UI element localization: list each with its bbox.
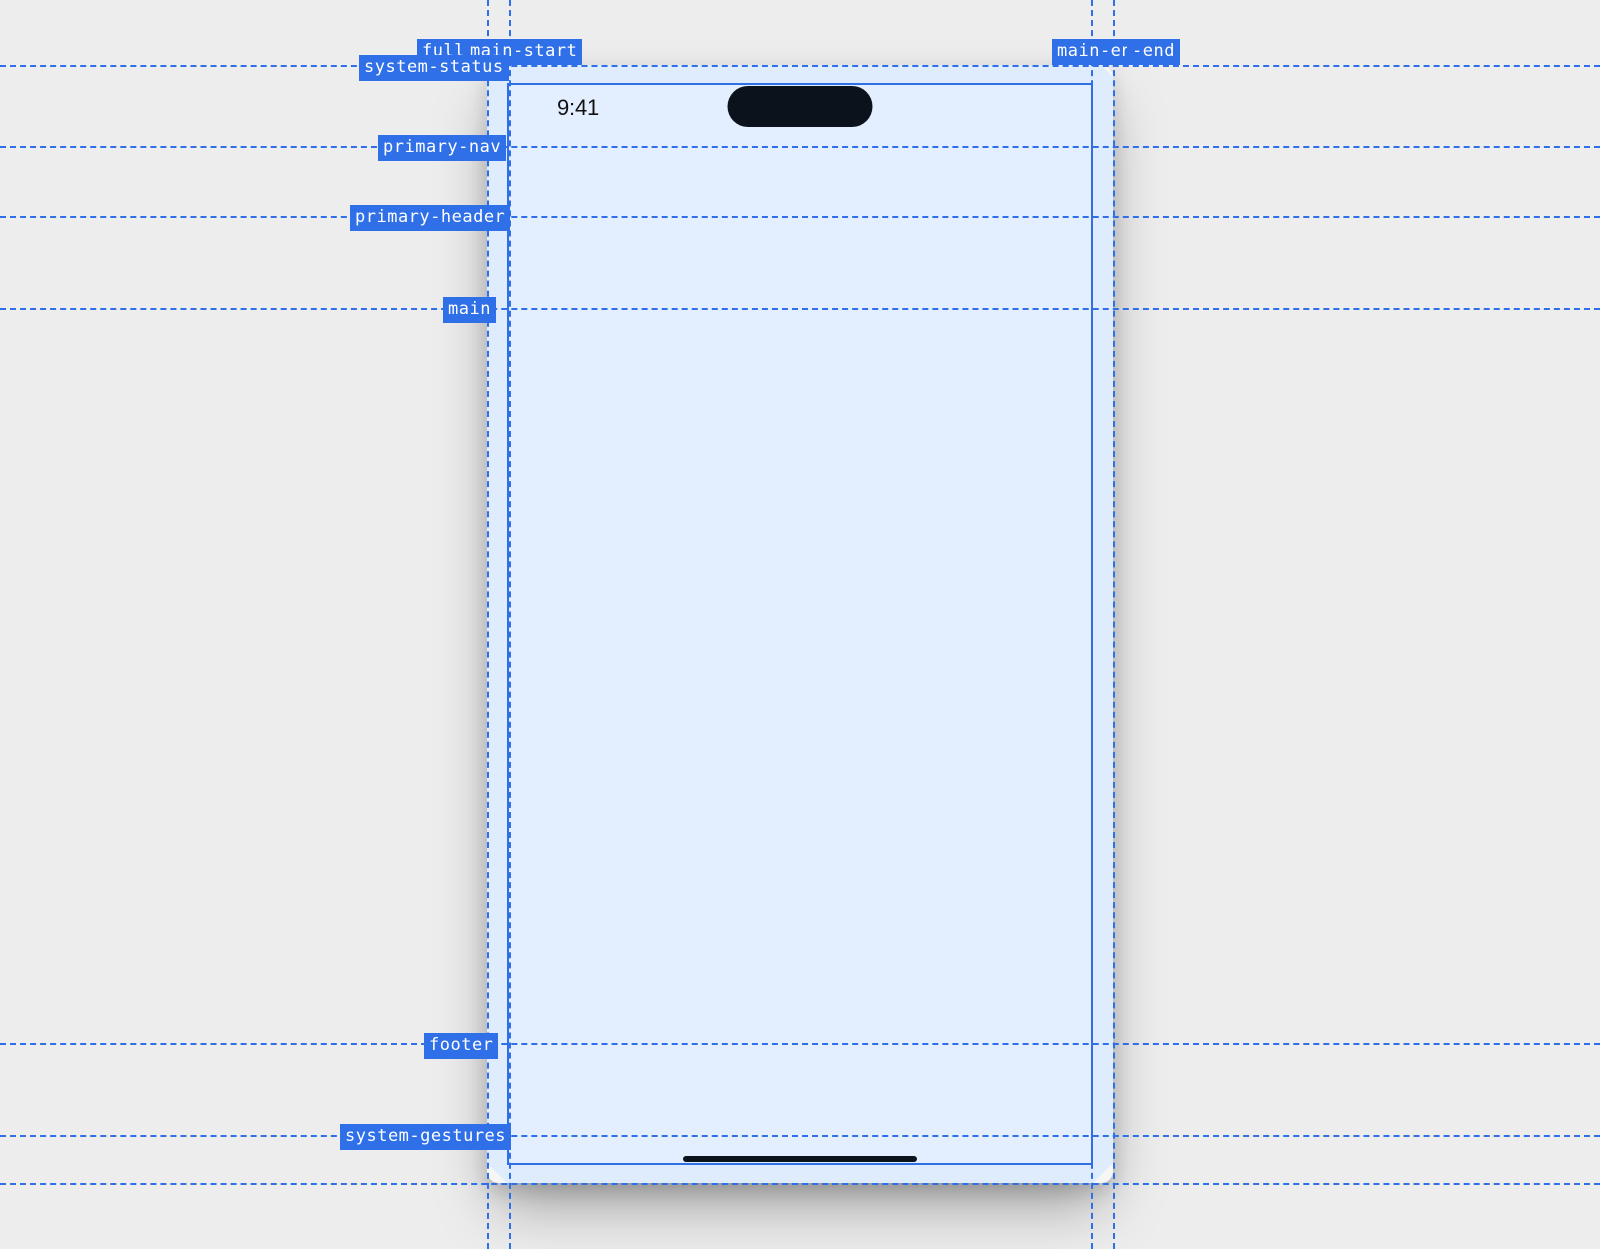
corner-cut-top-right [1101, 65, 1113, 77]
guide-label-fullbleed-end: -end [1127, 39, 1180, 65]
guide-label-footer: footer [424, 1033, 498, 1059]
dynamic-island-icon [728, 86, 873, 127]
guide-label-system-gestures: system-gestures [340, 1124, 511, 1150]
guide-label-main: main [443, 297, 496, 323]
guide-label-primary-nav: primary-nav [378, 135, 506, 161]
guide-label-system-status: system-status [359, 55, 509, 81]
corner-cut-bottom-left [487, 1163, 507, 1183]
guide-hline-bottom [0, 1183, 1600, 1185]
corner-cut-bottom-right [1093, 1163, 1113, 1183]
status-bar-time: 9:41 [557, 95, 599, 121]
home-indicator-icon [683, 1156, 917, 1162]
guide-label-primary-header: primary-header [350, 205, 510, 231]
phone-frame [487, 65, 1113, 1183]
phone-screen [487, 65, 1113, 1183]
guide-vline-fullbleed-end [1113, 0, 1115, 1249]
